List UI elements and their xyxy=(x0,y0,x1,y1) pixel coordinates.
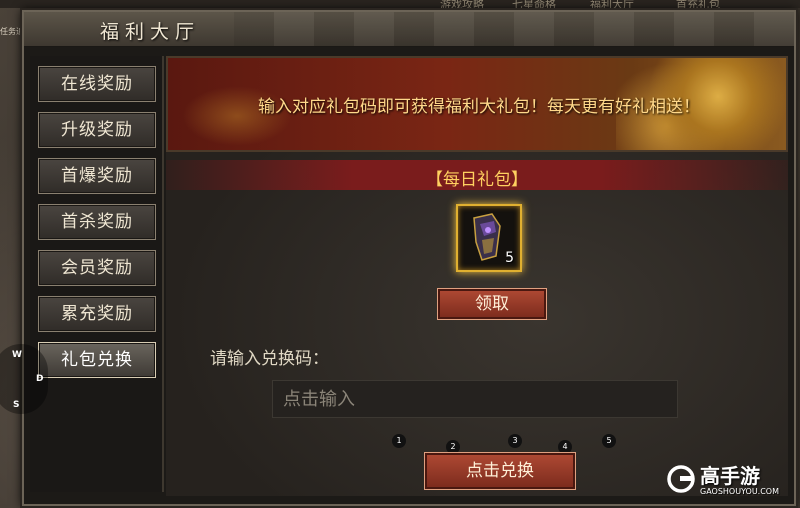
dpad-right-key[interactable]: D xyxy=(36,374,43,384)
step-marker: 3 xyxy=(508,434,522,448)
item-count: 5 xyxy=(505,250,514,266)
sidebar-item-gift-code[interactable]: 礼包兑换 xyxy=(38,342,156,378)
site-watermark: 高手游 GAOSHOUYOU.COM xyxy=(666,460,794,502)
watermark-url: GAOSHOUYOU.COM xyxy=(700,487,780,496)
watermark-name: 高手游 xyxy=(700,464,760,488)
welfare-hall-window: 福利大厅 在线奖励 升级奖励 首爆奖励 首杀奖励 会员奖励 累充奖励 礼包兑换 … xyxy=(22,10,796,506)
sidebar-item-recharge-reward[interactable]: 累充奖励 xyxy=(38,296,156,332)
content-panel: 输入对应礼包码即可获得福利大礼包！每天更有好礼相送！ 【每日礼包】 5 领取 请… xyxy=(166,56,788,496)
sidebar: 在线奖励 升级奖励 首爆奖励 首杀奖励 会员奖励 累充奖励 礼包兑换 xyxy=(30,56,164,492)
step-marker: 5 xyxy=(602,434,616,448)
title-bar: 福利大厅 xyxy=(24,12,794,47)
sidebar-item-online-reward[interactable]: 在线奖励 xyxy=(38,66,156,102)
sidebar-item-member-reward[interactable]: 会员奖励 xyxy=(38,250,156,286)
promo-banner: 输入对应礼包码即可获得福利大礼包！每天更有好礼相送！ xyxy=(166,56,788,152)
daily-pack-title: 【每日礼包】 xyxy=(426,170,528,190)
dpad-up-key[interactable]: W xyxy=(12,350,22,360)
sidebar-item-levelup-reward[interactable]: 升级奖励 xyxy=(38,112,156,148)
movement-dpad[interactable]: W D S xyxy=(0,344,48,414)
redeem-button[interactable]: 点击兑换 xyxy=(424,452,576,490)
dpad-down-key[interactable]: S xyxy=(13,400,19,410)
banner-message: 输入对应礼包码即可获得福利大礼包！每天更有好礼相送！ xyxy=(258,97,700,117)
sidebar-item-first-drop-reward[interactable]: 首爆奖励 xyxy=(38,158,156,194)
top-menu-strip: 游戏攻略 七星命格 福利大厅 首充礼包 xyxy=(0,0,800,11)
site-logo-icon xyxy=(667,465,695,493)
sidebar-item-first-kill-reward[interactable]: 首杀奖励 xyxy=(38,204,156,240)
redeem-code-input[interactable] xyxy=(272,380,678,418)
title-decoration xyxy=(234,12,794,46)
step-marker: 1 xyxy=(392,434,406,448)
window-title: 福利大厅 xyxy=(100,21,201,43)
redeem-code-label: 请输入兑换码： xyxy=(210,349,329,369)
claim-button[interactable]: 领取 xyxy=(437,288,547,320)
reward-item-slot[interactable]: 5 xyxy=(456,204,522,272)
